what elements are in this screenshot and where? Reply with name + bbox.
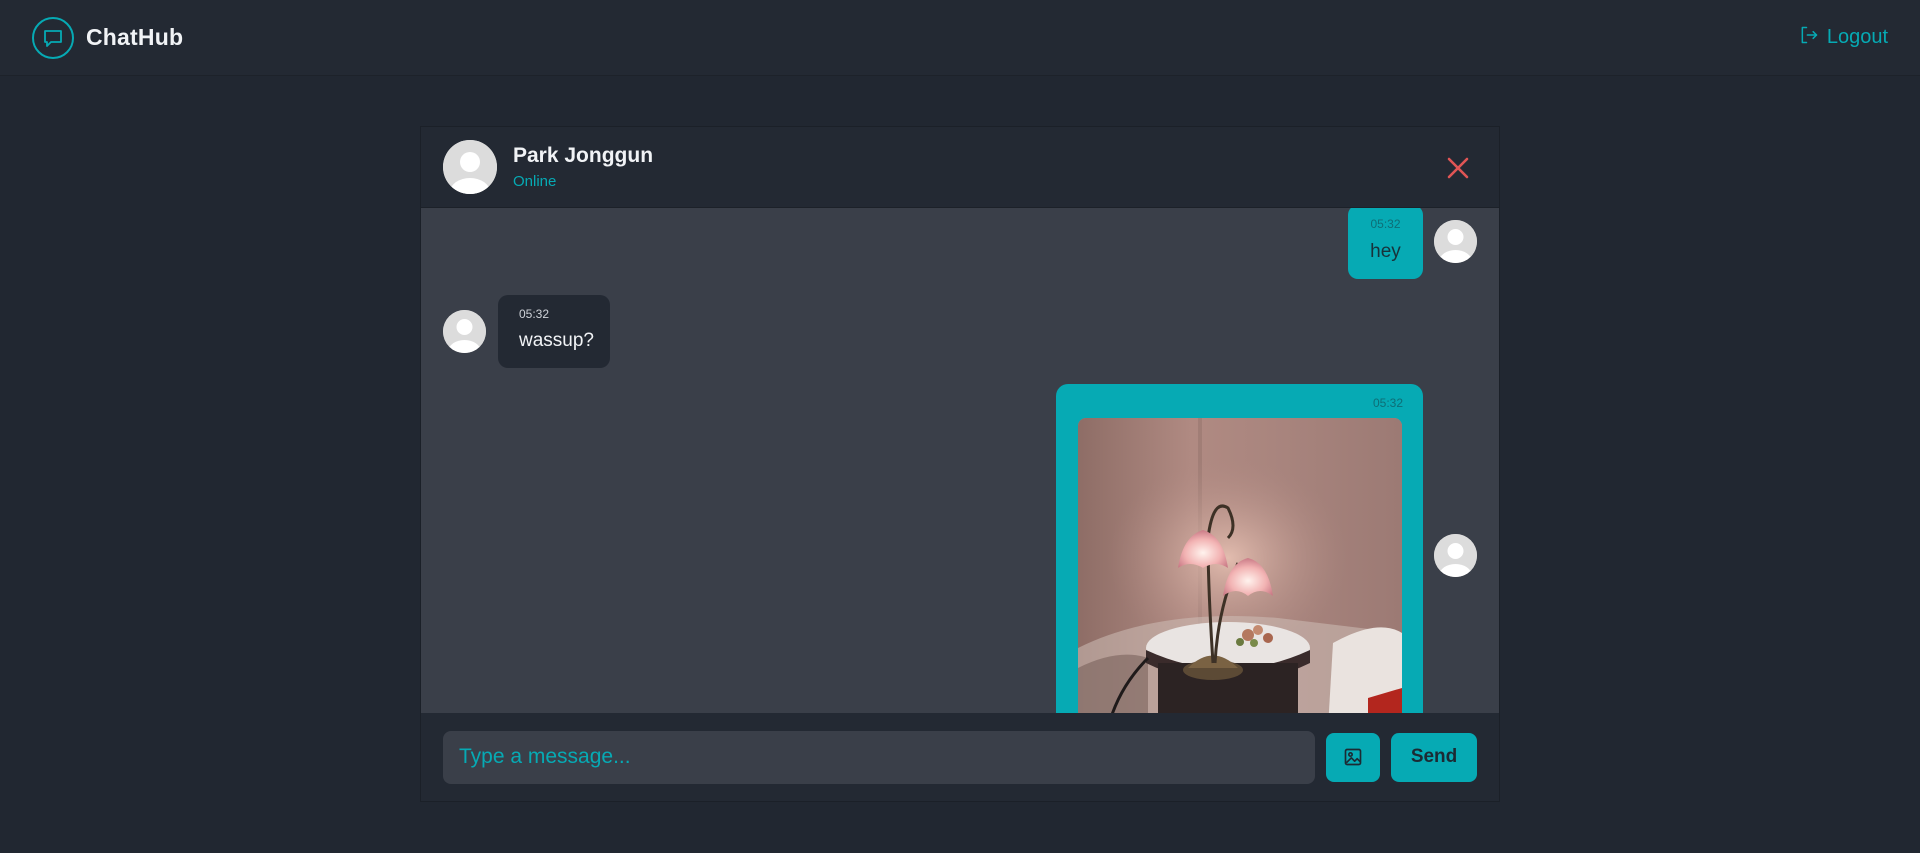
message-time: 05:32 (1370, 217, 1401, 231)
message-input[interactable] (443, 730, 1316, 784)
brand[interactable]: ChatHub (32, 16, 184, 59)
message-composer: Send (421, 713, 1499, 801)
message-bubble: 05:32 hey (1348, 208, 1423, 279)
logout-icon (1799, 25, 1819, 51)
message-time: 05:32 (1372, 396, 1403, 410)
contact-message-avatar (443, 310, 486, 353)
attach-image-button[interactable] (1326, 732, 1381, 782)
message-text: hey (1370, 241, 1401, 262)
brand-name: ChatHub (86, 24, 184, 50)
message-photo[interactable] (1078, 418, 1402, 713)
close-chat-button[interactable] (1443, 153, 1473, 183)
logout-label: Logout (1826, 26, 1888, 48)
message-row: 05:32 hey (1348, 208, 1423, 279)
my-avatar (1434, 534, 1477, 577)
chat-header: Park Jonggun Online (421, 127, 1499, 208)
image-message-bubble: 05:32 (1056, 384, 1423, 713)
message-text: wassup? (519, 330, 594, 351)
chat-bubble-icon (32, 16, 74, 59)
message-time: 05:32 (519, 307, 550, 321)
send-button[interactable]: Send (1391, 732, 1477, 782)
top-navbar: ChatHub Logout (0, 0, 1920, 76)
logout-button[interactable]: Logout (1799, 25, 1888, 51)
message-list[interactable]: 05:32 hey 05:32 wassup? 05:32 (421, 208, 1499, 713)
image-icon (1344, 748, 1362, 766)
user-avatar-icon (443, 140, 497, 194)
message-row: 05:32 wassup? (498, 295, 610, 368)
chat-panel: Park Jonggun Online 05:32 hey 05:32 wass… (420, 126, 1500, 802)
contact-status: Online (513, 173, 557, 190)
contact-avatar (443, 140, 497, 194)
close-icon (1447, 157, 1469, 179)
user-avatar-icon (1434, 220, 1477, 263)
contact-name: Park Jonggun (513, 144, 654, 167)
my-avatar (1434, 220, 1477, 263)
user-avatar-icon (1434, 534, 1477, 577)
user-avatar-icon (443, 310, 486, 353)
message-bubble: 05:32 wassup? (498, 295, 610, 368)
